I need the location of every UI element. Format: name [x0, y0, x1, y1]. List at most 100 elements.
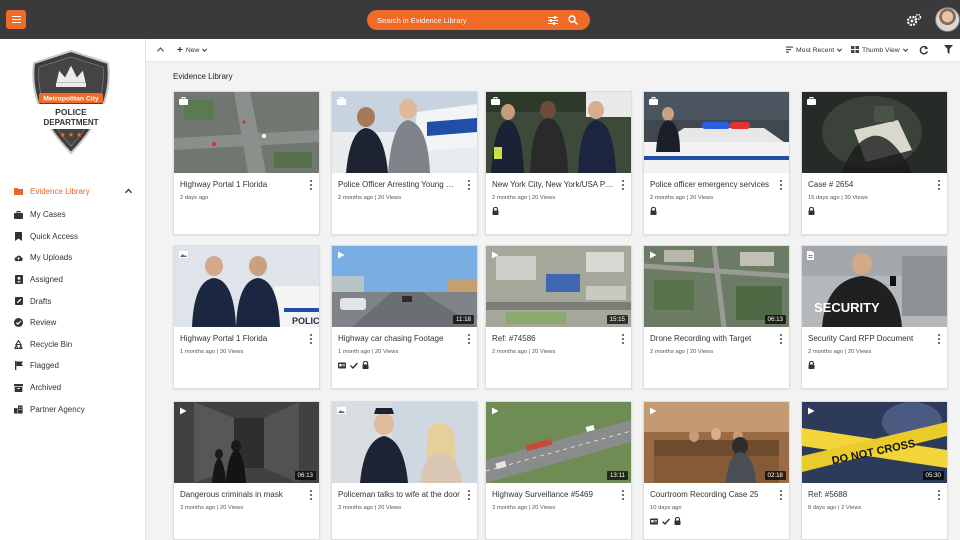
sidebar-nav: Evidence Library My Cases Quick Access M… — [0, 178, 146, 420]
sidebar-item-my-cases[interactable]: My Cases — [0, 204, 146, 226]
evidence-card[interactable]: 06:13 Drone Recording with Target 2 mont… — [643, 245, 790, 389]
settings-gear-icon[interactable] — [905, 11, 923, 29]
evidence-card[interactable]: Policeman talks to wife at the door 3 mo… — [331, 401, 478, 540]
chevron-up-icon[interactable] — [125, 187, 132, 196]
status-icons — [650, 516, 681, 527]
evidence-card[interactable]: 06:13 Dangerous criminals in mask 3 mont… — [173, 401, 320, 540]
evidence-meta: 2 months ago | 20 Views — [338, 195, 402, 201]
evidence-thumbnail[interactable]: 13:11 — [486, 402, 631, 483]
evidence-thumbnail[interactable] — [332, 92, 477, 173]
filter-sliders-icon[interactable] — [546, 13, 560, 27]
more-options-icon[interactable] — [308, 179, 314, 191]
sidebar-item-recycle-bin[interactable]: Recycle Bin — [0, 334, 146, 356]
more-options-icon[interactable] — [936, 489, 942, 501]
filter-funnel-icon — [944, 45, 953, 56]
evidence-card[interactable]: Case # 2654 15 days ago | 30 Views — [801, 91, 948, 235]
evidence-title[interactable]: Highway Portal 1 Florida — [180, 334, 302, 343]
refresh-button[interactable] — [919, 39, 929, 62]
evidence-card[interactable]: 15:15 Ref: #74586 2 months ago | 20 View… — [485, 245, 632, 389]
cloud-upload-icon — [14, 253, 23, 262]
video-play-icon — [807, 407, 815, 415]
evidence-thumbnail[interactable] — [174, 92, 319, 173]
evidence-title[interactable]: Highway Surveillance #5469 — [492, 490, 614, 499]
evidence-thumbnail[interactable] — [802, 92, 947, 173]
page-title: Evidence Library — [173, 72, 233, 81]
search-input[interactable] — [377, 15, 540, 25]
evidence-card[interactable]: DO NOT CROSS 05:30 Ref: #5688 8 days ago… — [801, 401, 948, 540]
evidence-thumbnail[interactable]: SECURITY — [802, 246, 947, 327]
more-options-icon[interactable] — [308, 489, 314, 501]
user-avatar[interactable] — [935, 7, 960, 32]
evidence-thumbnail[interactable]: DO NOT CROSS 05:30 — [802, 402, 947, 483]
evidence-title[interactable]: Courtroom Recording Case 25 — [650, 490, 772, 499]
sidebar-item-flagged[interactable]: Flagged — [0, 355, 146, 377]
more-options-icon[interactable] — [466, 489, 472, 501]
more-options-icon[interactable] — [778, 489, 784, 501]
evidence-card[interactable]: 11:18 Highway car chasing Footage 1 mont… — [331, 245, 478, 389]
sidebar-item-review[interactable]: Review — [0, 312, 146, 334]
evidence-title[interactable]: Police Officer Arresting Young Man — [338, 180, 460, 189]
evidence-meta: 15 days ago | 30 Views — [808, 195, 868, 201]
sidebar-item-archived[interactable]: Archived — [0, 377, 146, 399]
menu-button[interactable] — [6, 10, 26, 29]
evidence-title[interactable]: Dangerous criminals in mask — [180, 490, 302, 499]
evidence-thumbnail[interactable] — [332, 402, 477, 483]
more-options-icon[interactable] — [620, 489, 626, 501]
evidence-title[interactable]: Policeman talks to wife at the door — [338, 490, 460, 499]
more-options-icon[interactable] — [620, 179, 626, 191]
sidebar-item-my-uploads[interactable]: My Uploads — [0, 247, 146, 269]
evidence-card[interactable]: Highway Portal 1 Florida 2 days ago — [173, 91, 320, 235]
chevron-down-icon — [837, 47, 843, 54]
more-options-icon[interactable] — [936, 333, 942, 345]
more-options-icon[interactable] — [466, 179, 472, 191]
view-dropdown[interactable]: Thumb View — [851, 39, 908, 62]
evidence-title[interactable]: Highway Portal 1 Florida — [180, 180, 302, 189]
evidence-card[interactable]: SECURITY Security Card RFP Document 2 mo… — [801, 245, 948, 389]
evidence-title[interactable]: Security Card RFP Document — [808, 334, 930, 343]
evidence-thumbnail[interactable]: 02:18 — [644, 402, 789, 483]
evidence-thumbnail[interactable]: 06:13 — [644, 246, 789, 327]
sidebar-item-assigned[interactable]: Assigned — [0, 269, 146, 291]
search-bar[interactable] — [367, 10, 590, 30]
hamburger-icon — [11, 16, 21, 23]
evidence-card[interactable]: 02:18 Courtroom Recording Case 25 10 day… — [643, 401, 790, 540]
evidence-card[interactable]: Police Officer Arresting Young Man 2 mon… — [331, 91, 478, 235]
filter-button[interactable] — [944, 39, 953, 62]
evidence-thumbnail[interactable]: 15:15 — [486, 246, 631, 327]
evidence-thumbnail[interactable] — [644, 92, 789, 173]
evidence-card[interactable]: Police officer emergency services 2 mont… — [643, 91, 790, 235]
collapse-toggle[interactable] — [157, 39, 164, 62]
evidence-title[interactable]: New York City, New York/USA Police Arres… — [492, 180, 614, 189]
sidebar-item-drafts[interactable]: Drafts — [0, 290, 146, 312]
sidebar-item-quick-access[interactable]: Quick Access — [0, 226, 146, 248]
evidence-card[interactable]: New York City, New York/USA Police Arres… — [485, 91, 632, 235]
evidence-title[interactable]: Case # 2654 — [808, 180, 930, 189]
evidence-title[interactable]: Police officer emergency services — [650, 180, 772, 189]
evidence-thumbnail[interactable] — [486, 92, 631, 173]
evidence-thumbnail[interactable]: POLICE — [174, 246, 319, 327]
more-options-icon[interactable] — [778, 179, 784, 191]
evidence-card[interactable]: POLICE Highway Portal 1 Florida 1 months… — [173, 245, 320, 389]
evidence-title[interactable]: Ref: #74586 — [492, 334, 614, 343]
svg-text:SECURITY: SECURITY — [814, 300, 880, 315]
search-icon[interactable] — [566, 13, 580, 27]
more-options-icon[interactable] — [936, 179, 942, 191]
document-icon — [807, 251, 815, 260]
evidence-title[interactable]: Drone Recording with Target — [650, 334, 772, 343]
sort-dropdown[interactable]: Most Recent — [786, 39, 843, 62]
evidence-title[interactable]: Highway car chasing Footage — [338, 334, 460, 343]
new-button[interactable]: + New — [177, 39, 208, 62]
evidence-thumbnail[interactable]: 11:18 — [332, 246, 477, 327]
video-play-icon — [491, 407, 499, 415]
sidebar-item-evidence-library[interactable]: Evidence Library — [0, 178, 146, 204]
evidence-card[interactable]: 13:11 Highway Surveillance #5469 3 month… — [485, 401, 632, 540]
more-options-icon[interactable] — [308, 333, 314, 345]
sidebar-item-partner-agency[interactable]: Partner Agency — [0, 398, 146, 420]
more-options-icon[interactable] — [778, 333, 784, 345]
evidence-thumbnail[interactable]: 06:13 — [174, 402, 319, 483]
more-options-icon[interactable] — [620, 333, 626, 345]
evidence-title[interactable]: Ref: #5688 — [808, 490, 930, 499]
check-icon — [662, 518, 670, 527]
top-bar — [0, 0, 960, 39]
more-options-icon[interactable] — [466, 333, 472, 345]
